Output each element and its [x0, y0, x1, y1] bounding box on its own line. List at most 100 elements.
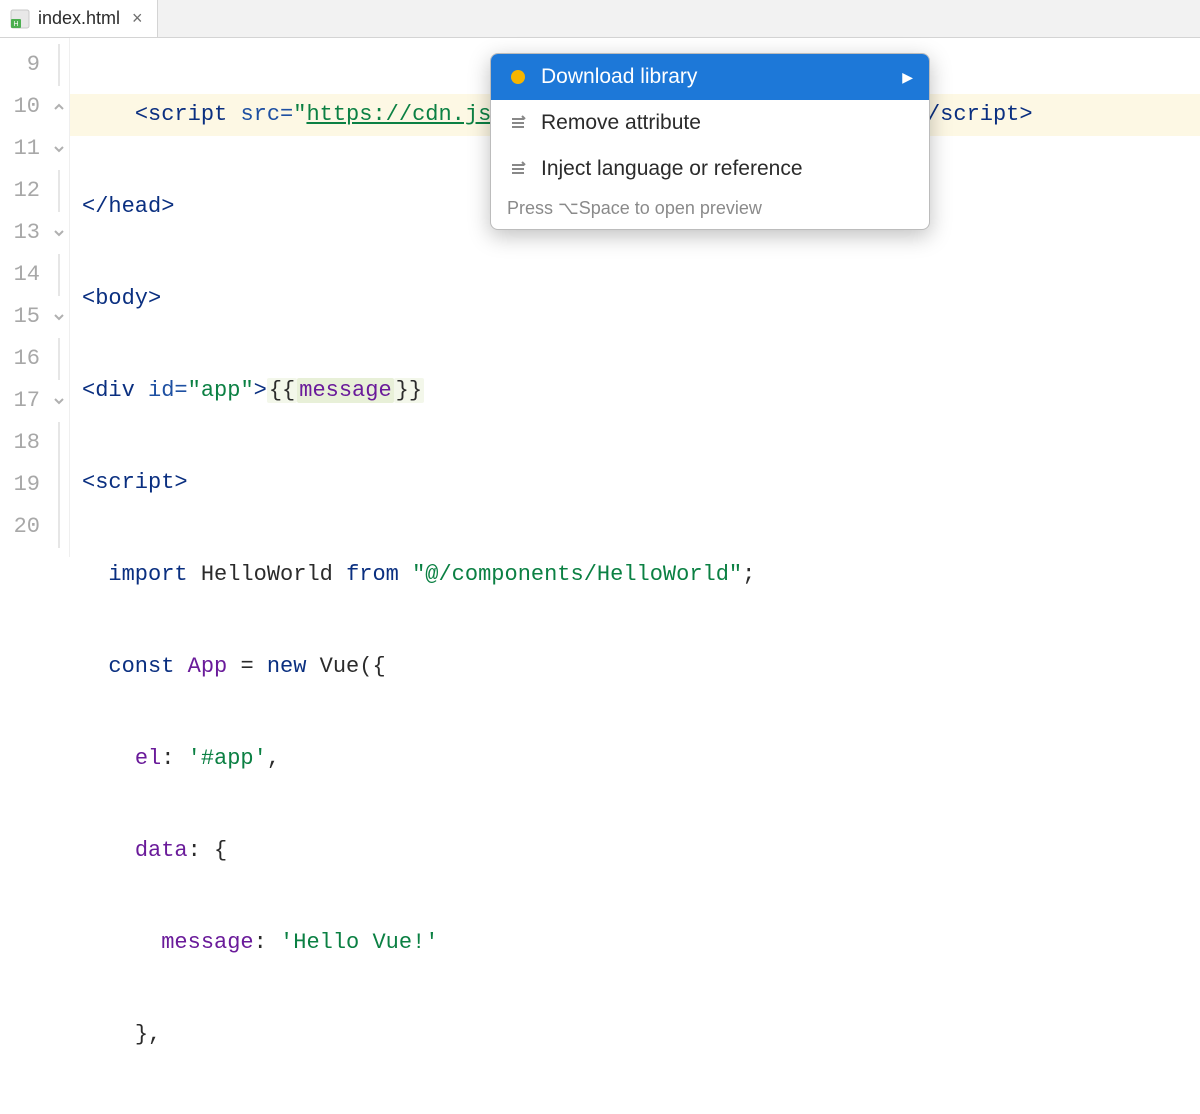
angle: <: [82, 286, 95, 311]
menu-item-label: Download library: [541, 65, 890, 89]
attr: id=: [148, 378, 188, 403]
code-line[interactable]: <body>: [70, 278, 1200, 320]
code-line[interactable]: const App = new Vue({: [70, 646, 1200, 688]
fold-column: [48, 38, 70, 557]
fold-marker[interactable]: [48, 338, 69, 380]
fold-marker[interactable]: [48, 380, 69, 422]
fold-marker[interactable]: [48, 296, 69, 338]
indent: [82, 746, 135, 771]
code-line[interactable]: message: 'Hello Vue!': [70, 922, 1200, 964]
punct: : {: [188, 838, 228, 863]
fold-marker[interactable]: [48, 506, 69, 548]
angle: <: [82, 378, 95, 403]
tagname: body: [95, 286, 148, 311]
indent: [82, 1022, 135, 1047]
indent: [82, 930, 161, 955]
attr: src=: [240, 102, 293, 127]
indent: [82, 838, 135, 863]
var: message: [297, 378, 393, 403]
menu-item-inject-language[interactable]: Inject language or reference: [491, 146, 929, 192]
fold-marker[interactable]: [48, 86, 69, 128]
angle: <: [135, 102, 148, 127]
angle: >: [148, 286, 161, 311]
ident: App: [188, 654, 241, 679]
code-line[interactable]: el: '#app',: [70, 738, 1200, 780]
brace: {{: [267, 378, 297, 403]
fold-marker[interactable]: [48, 464, 69, 506]
lightbulb-icon: [507, 66, 529, 88]
html-file-icon: H: [10, 9, 30, 29]
prop: message: [161, 930, 253, 955]
code-line[interactable]: import HelloWorld from "@/components/Hel…: [70, 554, 1200, 596]
edit-icon: [507, 112, 529, 134]
quote: ": [188, 378, 201, 403]
punct: ;: [742, 562, 755, 587]
intention-menu: Download library ▶ Remove attribute Inje…: [490, 53, 930, 230]
line-gutter: 9 10 11 12 13 14 15 16 17 18 19 20: [0, 38, 48, 557]
indent: [82, 562, 108, 587]
chevron-right-icon: ▶: [902, 69, 913, 86]
prop: data: [135, 838, 188, 863]
line-number[interactable]: 20: [0, 506, 48, 548]
ident: Vue: [320, 654, 360, 679]
svg-text:H: H: [13, 21, 18, 28]
fold-marker[interactable]: [48, 212, 69, 254]
line-number[interactable]: 12: [0, 170, 48, 212]
fold-marker[interactable]: [48, 44, 69, 86]
fold-marker[interactable]: [48, 422, 69, 464]
punct: :: [161, 746, 187, 771]
menu-item-remove-attribute[interactable]: Remove attribute: [491, 100, 929, 146]
string: '#app': [188, 746, 267, 771]
tagname: head: [108, 194, 161, 219]
angle: <: [82, 470, 95, 495]
code-line[interactable]: }): [70, 1106, 1200, 1114]
line-number[interactable]: 15: [0, 296, 48, 338]
kw: new: [267, 654, 320, 679]
line-number[interactable]: 19: [0, 464, 48, 506]
kw: const: [108, 654, 187, 679]
menu-item-download-library[interactable]: Download library ▶: [491, 54, 929, 100]
angle: >: [174, 470, 187, 495]
prop: el: [135, 746, 161, 771]
punct: =: [240, 654, 266, 679]
line-number[interactable]: 14: [0, 254, 48, 296]
line-number[interactable]: 10: [0, 86, 48, 128]
string: "@/components/HelloWorld": [412, 562, 742, 587]
code-line[interactable]: <div id="app">{{message}}: [70, 370, 1200, 412]
line-number[interactable]: 17: [0, 380, 48, 422]
menu-item-label: Remove attribute: [541, 111, 913, 135]
line-number[interactable]: 16: [0, 338, 48, 380]
fold-marker[interactable]: [48, 128, 69, 170]
angle: >: [1019, 102, 1032, 127]
string: 'Hello Vue!': [280, 930, 438, 955]
code-line[interactable]: data: {: [70, 830, 1200, 872]
tab-index-html[interactable]: H index.html ×: [0, 0, 158, 37]
tagname: script: [940, 102, 1019, 127]
tagname: script: [95, 470, 174, 495]
tab-label: index.html: [38, 8, 120, 29]
line-number[interactable]: 11: [0, 128, 48, 170]
angle: >: [254, 378, 267, 403]
indent: [82, 102, 135, 127]
punct: ,: [267, 746, 280, 771]
punct: },: [135, 1022, 161, 1047]
code-line[interactable]: },: [70, 1014, 1200, 1056]
menu-item-label: Inject language or reference: [541, 157, 913, 181]
close-icon[interactable]: ×: [132, 8, 143, 29]
line-number[interactable]: 18: [0, 422, 48, 464]
fold-marker[interactable]: [48, 254, 69, 296]
punct: :: [254, 930, 280, 955]
fold-marker[interactable]: [48, 170, 69, 212]
kw: from: [346, 562, 412, 587]
attr-val: app: [201, 378, 241, 403]
tagname: script: [148, 102, 240, 127]
code-line[interactable]: <script>: [70, 462, 1200, 504]
line-number[interactable]: 13: [0, 212, 48, 254]
line-number[interactable]: 9: [0, 44, 48, 86]
punct: ({: [359, 654, 385, 679]
kw: import: [108, 562, 200, 587]
edit-icon: [507, 158, 529, 180]
quote: ": [240, 378, 253, 403]
quote: ": [293, 102, 306, 127]
brace: }}: [394, 378, 424, 403]
